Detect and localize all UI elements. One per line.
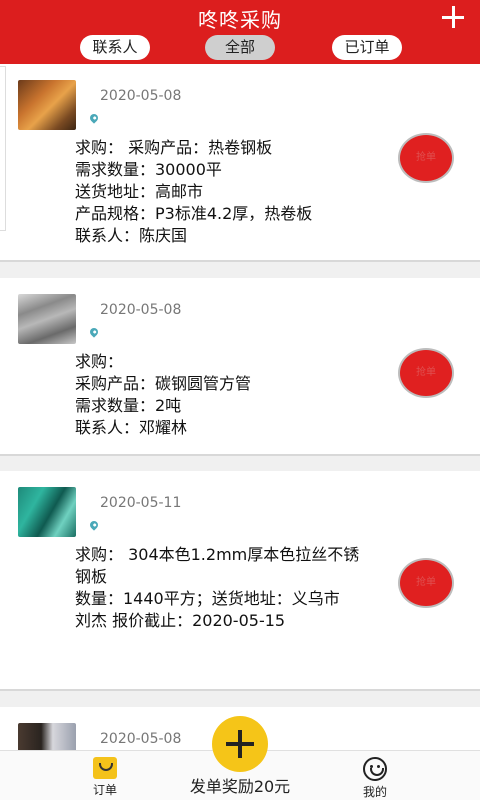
app-header: 咚咚采购 联系人 全部 已订单	[0, 0, 480, 64]
tab-contacts[interactable]: 联系人	[80, 35, 150, 60]
tab-all[interactable]: 全部	[205, 35, 275, 60]
location-pin-icon	[88, 112, 100, 124]
order-details: 求购： 采购产品：热卷钢板 需求数量：30000平 送货地址：高邮市 产品规格：…	[75, 137, 395, 247]
detail-line: 刘杰 报价截止：2020-05-15	[75, 611, 286, 630]
order-details: 求购： 304本色1.2mm厚本色拉丝不锈钢板 数量：1440平方；送货地址：义…	[75, 544, 375, 632]
detail-line: 联系人：邓耀林	[75, 418, 188, 437]
order-date: 2020-05-08	[100, 302, 182, 318]
detail-line: 联系人：陈庆国	[75, 226, 188, 245]
detail-line: 数量：1440平方；送货地址：义乌市	[75, 589, 340, 608]
page-title: 咚咚采购	[198, 8, 282, 32]
detail-line: 送货地址：高邮市	[75, 182, 204, 201]
product-thumbnail	[18, 80, 76, 130]
order-list[interactable]: 2020-05-08 求购： 采购产品：热卷钢板 需求数量：30000平 送货地…	[0, 64, 480, 750]
nav-orders-label: 订单	[92, 783, 117, 797]
order-date: 2020-05-08	[100, 88, 182, 104]
order-details: 求购： 采购产品：碳钢圆管方管 需求数量：2吨 联系人：邓耀林	[75, 351, 395, 439]
post-order-plus-button[interactable]	[212, 716, 268, 772]
product-thumbnail	[18, 723, 76, 750]
order-card[interactable]: 2020-05-08 求购： 采购产品：碳钢圆管方管 需求数量：2吨 联系人：邓…	[0, 278, 480, 456]
detail-line: 需求数量：30000平	[75, 160, 222, 179]
grab-order-button[interactable]: 抢单	[400, 350, 452, 396]
order-card[interactable]: 2020-05-08 求购： 采购产品：热卷钢板 需求数量：30000平 送货地…	[0, 64, 480, 262]
edge-handle	[0, 66, 6, 231]
location-pin-icon	[88, 326, 100, 338]
tab-ordered[interactable]: 已订单	[332, 35, 402, 60]
add-icon[interactable]	[438, 2, 468, 32]
nav-orders[interactable]: 订单	[82, 751, 128, 798]
detail-line: 产品规格：P3标准4.2厚，热卷板	[75, 204, 313, 223]
smiley-icon	[363, 757, 387, 781]
grab-order-button[interactable]: 抢单	[400, 560, 452, 606]
detail-line: 求购： 304本色1.2mm厚本色拉丝不锈钢板	[75, 545, 360, 586]
shopping-bag-icon	[93, 757, 117, 779]
location-pin-icon	[88, 519, 100, 531]
nav-post-order-label[interactable]: 发单奖励20元	[180, 773, 300, 797]
nav-me-label: 我的	[362, 785, 387, 799]
detail-line: 求购： 采购产品：热卷钢板	[75, 138, 273, 157]
order-card[interactable]: 2020-05-11 求购： 304本色1.2mm厚本色拉丝不锈钢板 数量：14…	[0, 471, 480, 691]
grab-order-button[interactable]: 抢单	[400, 135, 452, 181]
nav-me[interactable]: 我的	[352, 751, 398, 800]
detail-line: 采购产品：碳钢圆管方管	[75, 374, 252, 393]
order-date: 2020-05-08	[100, 731, 182, 747]
order-date: 2020-05-11	[100, 495, 182, 511]
product-thumbnail	[18, 487, 76, 537]
detail-line: 求购：	[75, 352, 124, 371]
detail-line: 需求数量：2吨	[75, 396, 182, 415]
product-thumbnail	[18, 294, 76, 344]
